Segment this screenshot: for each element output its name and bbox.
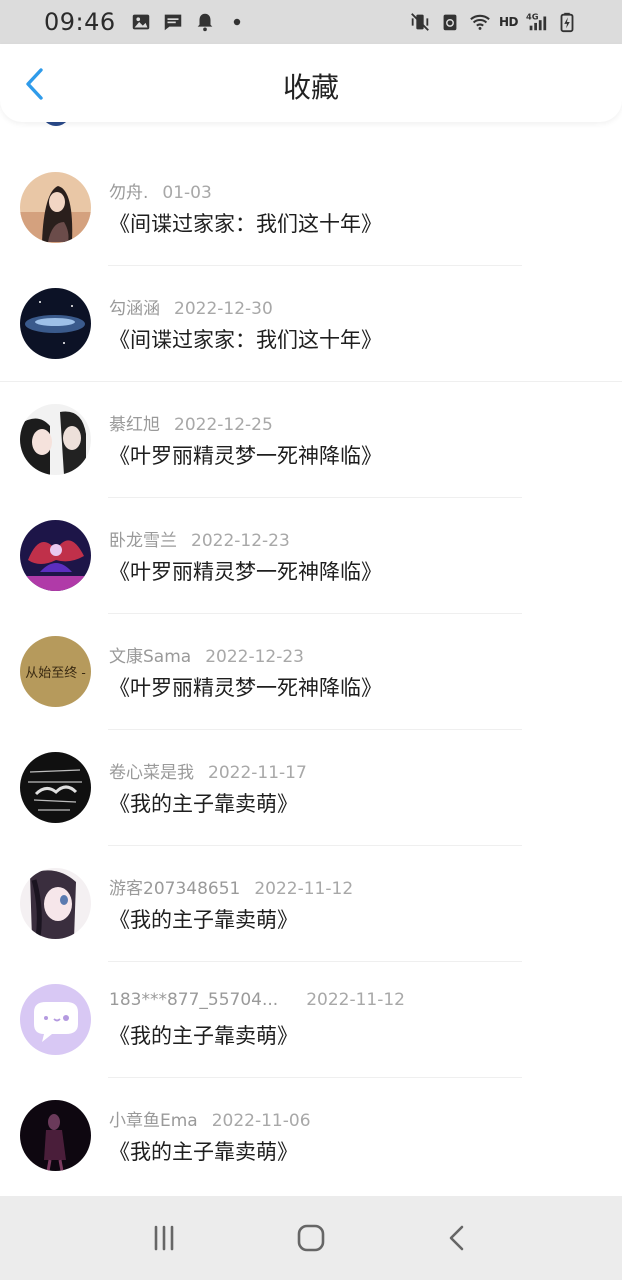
list-item[interactable]: 小章鱼Ema 2022-11-06 《我的主子靠卖萌》: [0, 1078, 622, 1194]
system-back-button[interactable]: [436, 1216, 480, 1260]
book-title[interactable]: 《我的主子靠卖萌》: [109, 1136, 298, 1166]
list-item[interactable]: 游客207348651 2022-11-12 《我的主子靠卖萌》: [0, 846, 622, 962]
avatar[interactable]: 从始至终 -: [20, 636, 91, 707]
recycle-icon: [439, 11, 461, 33]
username[interactable]: 綦红旭: [109, 415, 160, 435]
item-meta: 183***877_55704... 2022-11-12: [109, 990, 405, 1010]
item-date: 2022-11-12: [254, 879, 354, 899]
item-meta: 小章鱼Ema 2022-11-06: [109, 1106, 311, 1131]
username[interactable]: 卷心菜是我: [109, 763, 194, 783]
item-meta: 卷心菜是我 2022-11-17: [109, 758, 307, 783]
item-meta: 文康Sama 2022-12-23: [109, 642, 304, 667]
username[interactable]: 小章鱼Ema: [109, 1111, 198, 1131]
item-meta: 卧龙雪兰 2022-12-23: [109, 526, 290, 551]
favorites-list: 勿舟. 01-03 《间谍过家家：我们这十年》 勾涵涵 2022-12-30 《间谍…: [0, 110, 622, 1196]
item-date: 2022-12-23: [205, 647, 304, 667]
system-nav-bar: [0, 1196, 622, 1280]
app-root: 09:46 HD 4G 收藏 勿舟. 01-03 《间谍过家家：我们这十年》 勾…: [0, 0, 622, 1280]
avatar[interactable]: [20, 288, 91, 359]
item-date: 2022-11-12: [306, 990, 405, 1010]
item-meta: 勿舟. 01-03: [109, 178, 212, 203]
username[interactable]: 文康Sama: [109, 647, 191, 667]
status-system-icons: HD 4G: [409, 11, 578, 33]
avatar[interactable]: [20, 984, 91, 1055]
username[interactable]: 勿舟.: [109, 183, 148, 203]
avatar[interactable]: [20, 172, 91, 243]
list-item[interactable]: 勿舟. 01-03 《间谍过家家：我们这十年》: [0, 150, 622, 266]
item-meta: 游客207348651 2022-11-12: [109, 874, 353, 899]
list-item[interactable]: 183***877_55704... 2022-11-12 《我的主子靠卖萌》: [0, 962, 622, 1078]
avatar[interactable]: [20, 520, 91, 591]
book-title[interactable]: 《我的主子靠卖萌》: [109, 788, 298, 818]
recent-apps-button[interactable]: [142, 1216, 186, 1260]
bell-icon: [194, 11, 216, 33]
status-bar: 09:46 HD 4G: [0, 0, 622, 44]
recent-apps-icon: [154, 1225, 173, 1251]
status-time: 09:46: [44, 8, 116, 36]
item-date: 2022-11-06: [211, 1111, 311, 1131]
item-date: 2022-12-23: [191, 531, 290, 551]
home-button[interactable]: [289, 1216, 333, 1260]
list-item[interactable]: 勾涵涵 2022-12-30 《间谍过家家：我们这十年》: [0, 266, 622, 382]
list-item[interactable]: 从始至终 - 文康Sama 2022-12-23 《叶罗丽精灵梦一死神降临》: [0, 614, 622, 730]
book-title[interactable]: 《我的主子靠卖萌》: [109, 904, 298, 934]
item-meta: 勾涵涵 2022-12-30: [109, 294, 273, 319]
list-item[interactable]: 卷心菜是我 2022-11-17 《我的主子靠卖萌》: [0, 730, 622, 846]
battery-charging-icon: [556, 11, 578, 33]
book-title[interactable]: 《叶罗丽精灵梦一死神降临》: [109, 440, 382, 470]
dot-icon: [226, 11, 248, 33]
book-title[interactable]: 《叶罗丽精灵梦一死神降临》: [109, 672, 382, 702]
book-title[interactable]: 《叶罗丽精灵梦一死神降临》: [109, 556, 382, 586]
svg-text:4G: 4G: [526, 11, 539, 21]
item-date: 2022-12-30: [174, 299, 273, 319]
status-notifications: [130, 11, 248, 33]
item-date: 2022-11-17: [208, 763, 307, 783]
username[interactable]: 卧龙雪兰: [109, 531, 177, 551]
network-hd-label: HD: [498, 15, 519, 29]
item-date: 01-03: [162, 183, 212, 203]
avatar-text: 从始至终 -: [25, 666, 86, 681]
item-meta: 綦红旭 2022-12-25: [109, 410, 273, 435]
item-date: 2022-12-25: [174, 415, 273, 435]
book-title[interactable]: 《间谍过家家：我们这十年》: [109, 324, 382, 354]
image-icon: [130, 11, 152, 33]
avatar[interactable]: [20, 752, 91, 823]
signal-icon: 4G: [526, 11, 548, 33]
message-icon: [162, 11, 184, 33]
page-title: 收藏: [282, 71, 339, 104]
book-title[interactable]: 《间谍过家家：我们这十年》: [109, 208, 382, 238]
vibrate-mute-icon: [409, 11, 431, 33]
book-title[interactable]: 《我的主子靠卖萌》: [109, 1020, 298, 1050]
back-arrow-icon: [450, 1225, 464, 1251]
username[interactable]: 游客207348651: [109, 879, 240, 899]
avatar[interactable]: [20, 1100, 91, 1171]
app-header: 收藏: [0, 44, 622, 122]
avatar[interactable]: [20, 404, 91, 475]
wifi-icon: [469, 11, 491, 33]
avatar[interactable]: [20, 868, 91, 939]
username[interactable]: 183***877_55704...: [109, 990, 278, 1010]
home-icon: [297, 1224, 325, 1252]
list-item[interactable]: 卧龙雪兰 2022-12-23 《叶罗丽精灵梦一死神降临》: [0, 498, 622, 614]
list-item[interactable]: 綦红旭 2022-12-25 《叶罗丽精灵梦一死神降临》: [0, 382, 622, 498]
username[interactable]: 勾涵涵: [109, 299, 160, 319]
